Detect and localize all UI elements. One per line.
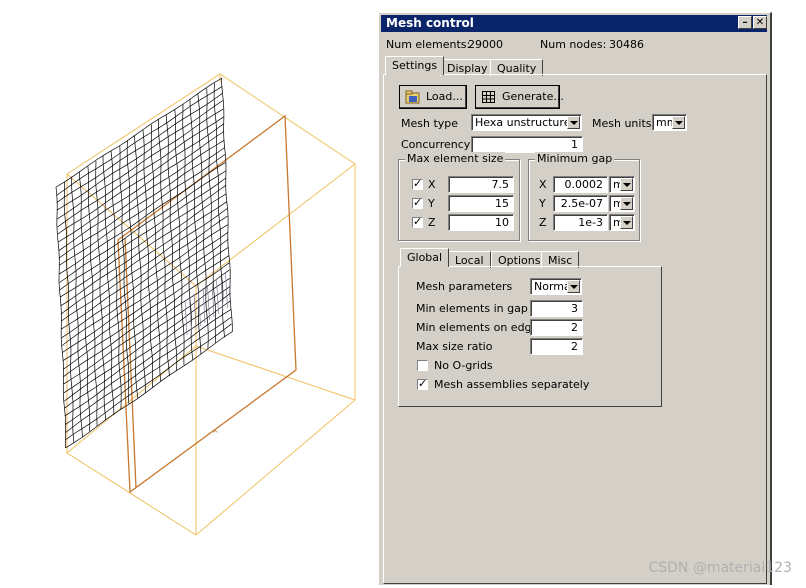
chevron-down-icon[interactable]	[567, 280, 580, 293]
min-elements-on-edge-label: Min elements on edge	[416, 321, 539, 334]
min-gap-z-label: Z	[539, 216, 547, 229]
min-gap-y-label: Y	[539, 197, 546, 210]
mesh-parameters-label: Mesh parameters	[416, 280, 513, 293]
max-size-z-value: 10	[495, 216, 509, 229]
load-button[interactable]: Load...	[399, 85, 467, 109]
surface-mesh	[55, 77, 233, 448]
svg-text:^: ^	[212, 429, 219, 438]
tab-global[interactable]: Global	[400, 248, 450, 267]
global-panel: Mesh parameters Normal Min elements in g…	[398, 266, 662, 407]
mesh-assemblies-label: Mesh assemblies separately	[434, 378, 590, 391]
load-button-label: Load...	[426, 90, 463, 103]
max-size-ratio-value: 2	[571, 340, 578, 353]
max-element-size-title: Max element size	[405, 152, 506, 165]
max-size-y-input[interactable]: 15	[448, 195, 514, 212]
min-gap-y-input[interactable]: 2.5e-07	[553, 195, 608, 212]
settings-panel: Load... Generate... Mesh type Hexa unstr…	[383, 74, 767, 584]
watermark: CSDN @material123	[648, 560, 792, 576]
min-elements-in-gap-value: 3	[571, 302, 578, 315]
no-ogrids-checkbox[interactable]	[417, 360, 428, 371]
mesh-units-select[interactable]: mm	[652, 114, 687, 131]
mesh-viewport-canvas: ^	[55, 73, 356, 536]
min-gap-z-value: 1e-3	[578, 216, 603, 229]
no-ogrids-label: No O-grids	[434, 359, 493, 372]
concurrency-input[interactable]: 1	[471, 136, 583, 153]
checkmark-icon: ✓	[413, 177, 423, 190]
max-size-z-input[interactable]: 10	[448, 214, 514, 231]
mesh-assemblies-checkbox[interactable]: ✓	[417, 377, 428, 390]
max-size-y-checkbox[interactable]: ✓	[412, 196, 423, 209]
checkmark-icon: ✓	[413, 215, 423, 228]
max-size-ratio-label: Max size ratio	[416, 340, 493, 353]
close-icon[interactable]: ✕	[753, 16, 767, 29]
mesh-parameters-select[interactable]: Normal	[530, 278, 582, 295]
max-size-z-label: Z	[428, 216, 436, 229]
max-size-ratio-input[interactable]: 2	[530, 338, 583, 355]
min-gap-x-unit-select[interactable]: m	[609, 176, 635, 193]
min-gap-x-value: 0.0002	[564, 178, 604, 191]
max-size-x-checkbox[interactable]: ✓	[412, 177, 423, 190]
min-gap-z-input[interactable]: 1e-3	[553, 214, 608, 231]
min-gap-x-input[interactable]: 0.0002	[553, 176, 608, 193]
checkmark-icon: ✓	[413, 196, 423, 209]
max-size-z-checkbox[interactable]: ✓	[412, 215, 423, 228]
chevron-down-icon[interactable]	[620, 197, 633, 210]
mesh-type-value: Hexa unstructured	[475, 116, 578, 129]
num-nodes-value: 30486	[609, 38, 644, 51]
mesh-viewport[interactable]: ^	[0, 0, 378, 585]
min-gap-x-label: X	[539, 178, 547, 191]
min-elements-in-gap-label: Min elements in gap	[416, 302, 528, 315]
mesh-units-label: Mesh units	[592, 117, 652, 130]
dialog-titlebar[interactable]: Mesh control – ✕	[381, 15, 767, 32]
num-nodes-label: Num nodes:	[540, 38, 607, 51]
max-size-y-label: Y	[428, 197, 435, 210]
num-elements-label: Num elements:	[386, 38, 471, 51]
min-elements-on-edge-input[interactable]: 2	[530, 319, 583, 336]
grid-icon	[481, 90, 497, 107]
min-elements-on-edge-value: 2	[571, 321, 578, 334]
min-gap-y-unit-select[interactable]: m	[609, 195, 635, 212]
plate-outline	[117, 114, 297, 494]
min-gap-y-value: 2.5e-07	[560, 197, 603, 210]
max-element-size-group: Max element size ✓ X 7.5 ✓ Y 15 ✓ Z 10	[398, 152, 520, 241]
mesh-type-select[interactable]: Hexa unstructured	[471, 114, 582, 131]
chevron-down-icon[interactable]	[672, 116, 685, 129]
generate-button-label: Generate...	[502, 90, 564, 103]
tab-settings[interactable]: Settings	[385, 56, 445, 75]
chevron-down-icon[interactable]	[620, 178, 633, 191]
min-elements-in-gap-input[interactable]: 3	[530, 300, 583, 317]
dialog-title: Mesh control	[386, 16, 474, 30]
checkmark-icon: ✓	[418, 377, 428, 390]
min-gap-z-unit-select[interactable]: m	[609, 214, 635, 231]
max-size-x-input[interactable]: 7.5	[448, 176, 514, 193]
chevron-down-icon[interactable]	[620, 216, 633, 229]
num-elements-value: 29000	[468, 38, 503, 51]
minimum-gap-group: Minimum gap X 0.0002 m Y 2.5e-07 m Z 1e-…	[528, 152, 640, 241]
concurrency-value: 1	[571, 138, 578, 151]
max-size-y-value: 15	[495, 197, 509, 210]
mesh-control-dialog: Mesh control – ✕ Num elements: 29000 Num…	[378, 12, 772, 585]
concurrency-label: Concurrency	[401, 138, 471, 151]
max-size-x-value: 7.5	[491, 178, 510, 191]
chevron-down-icon[interactable]	[567, 116, 580, 129]
generate-button[interactable]: Generate...	[475, 85, 564, 109]
minimize-icon[interactable]: –	[738, 16, 752, 29]
minimum-gap-title: Minimum gap	[535, 152, 615, 165]
folder-icon	[405, 90, 421, 107]
mesh-type-label: Mesh type	[401, 117, 459, 130]
max-size-x-label: X	[428, 178, 436, 191]
